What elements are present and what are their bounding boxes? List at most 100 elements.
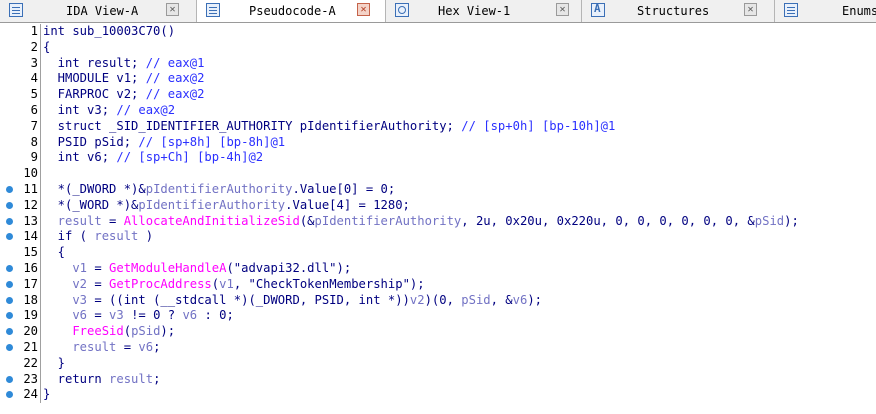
code-token: = ((int (__stdcall *)(_DWORD, PSID, int …: [87, 292, 410, 307]
gutter-separator: [40, 276, 41, 293]
code-line[interactable]: 6 int v3; // eax@2: [0, 102, 876, 119]
breakpoint-dot-icon[interactable]: [6, 217, 13, 225]
code-token: *(_DWORD *)&: [43, 181, 146, 196]
gutter-separator: [40, 24, 41, 40]
code-token: v3: [109, 308, 124, 323]
code-token: , "CheckTokenMembership");: [233, 276, 425, 291]
code-line[interactable]: 23 return result;: [0, 371, 876, 388]
code-text: FreeSid(pSid);: [43, 324, 175, 340]
pseudocode-view[interactable]: 1 int sub_10003C70() 2{3 int result; // ea…: [0, 24, 876, 404]
code-token: : 0;: [197, 308, 234, 323]
code-token: // eax@2: [116, 102, 176, 117]
code-line[interactable]: 7 struct _SID_IDENTIFIER_AUTHORITY pIden…: [0, 118, 876, 135]
tab-structures[interactable]: Structures ✕: [582, 0, 775, 22]
breakpoint-dot-icon[interactable]: [6, 201, 13, 209]
code-text: FARPROC v2; // eax@2: [43, 87, 205, 103]
line-number: 9: [30, 150, 38, 165]
breakpoint-dot-icon[interactable]: [6, 343, 13, 351]
line-number: 8: [30, 134, 38, 149]
ida-view-icon: [9, 3, 23, 17]
tab-enums[interactable]: Enums: [775, 0, 876, 22]
code-text: v2 = GetProcAddress(v1, "CheckTokenMembe…: [43, 276, 425, 293]
code-token: v2: [43, 276, 88, 291]
breakpoint-dot-icon[interactable]: [6, 312, 13, 320]
code-line[interactable]: 19 v6 = v3 != 0 ? v6 : 0;: [0, 308, 876, 325]
code-line[interactable]: 20 FreeSid(pSid);: [0, 324, 876, 340]
code-line[interactable]: 13 result = AllocateAndInitializeSid(&pI…: [0, 213, 876, 230]
code-token: pIdentifierAuthority: [138, 197, 286, 212]
code-line[interactable]: 17 v2 = GetProcAddress(v1, "CheckTokenMe…: [0, 276, 876, 293]
code-text: int v3; // eax@2: [43, 103, 175, 119]
code-text: if ( result ): [43, 229, 153, 245]
breakpoint-dot-icon[interactable]: [6, 185, 13, 193]
code-text: }: [43, 387, 50, 403]
gutter-separator: [40, 134, 41, 151]
code-token: pSid: [754, 213, 785, 228]
code-token: result: [43, 339, 117, 354]
code-token: ("advapi32.dll");: [226, 260, 352, 275]
code-text: {: [43, 40, 50, 56]
code-text: v1 = GetModuleHandleA("advapi32.dll");: [43, 261, 351, 277]
code-token: =: [87, 260, 110, 275]
code-line[interactable]: 9 int v6; // [sp+Ch] [bp-4h]@2: [0, 150, 876, 167]
breakpoint-dot-icon[interactable]: [6, 264, 13, 272]
gutter-separator: [40, 71, 41, 88]
code-line[interactable]: 2{: [0, 39, 876, 56]
code-line[interactable]: 5 FARPROC v2; // eax@2: [0, 87, 876, 103]
breakpoint-dot-icon[interactable]: [6, 391, 13, 399]
code-token: AllocateAndInitializeSid: [123, 213, 300, 228]
code-text: result = v6;: [43, 340, 160, 356]
line-number: 18: [23, 292, 38, 307]
close-icon[interactable]: ✕: [744, 3, 757, 16]
code-token: (: [123, 324, 132, 339]
code-line[interactable]: 4 HMODULE v1; // eax@2: [0, 71, 876, 88]
structures-icon: [591, 2, 605, 17]
close-icon[interactable]: ✕: [556, 3, 569, 16]
code-token: result: [109, 371, 154, 386]
code-text: int v6; // [sp+Ch] [bp-4h]@2: [43, 150, 263, 166]
code-token: FARPROC v2;: [43, 87, 146, 102]
code-line[interactable]: 8 PSID pSid; // [sp+8h] [bp-8h]@1: [0, 134, 876, 151]
code-line[interactable]: 18 v3 = ((int (__stdcall *)(_DWORD, PSID…: [0, 292, 876, 309]
breakpoint-dot-icon[interactable]: [6, 280, 13, 288]
code-text: int result; // eax@1: [43, 56, 205, 72]
code-token: }: [43, 355, 66, 370]
close-icon[interactable]: ✕: [166, 3, 179, 16]
tab-bar: IDA View-A ✕ Pseudocode-A ✕ Hex View-1 ✕…: [0, 0, 876, 23]
code-text: {: [43, 245, 65, 261]
code-token: }: [43, 387, 51, 402]
code-token: v1: [43, 260, 88, 275]
code-line[interactable]: 22 }: [0, 355, 876, 372]
close-icon[interactable]: ✕: [357, 3, 370, 16]
tab-pseudocode-a[interactable]: Pseudocode-A ✕: [197, 0, 386, 22]
tab-label: Pseudocode-A: [249, 4, 336, 18]
code-line[interactable]: 12 *(_WORD *)&pIdentifierAuthority.Value…: [0, 197, 876, 214]
code-text: *(_WORD *)&pIdentifierAuthority.Value[4]…: [43, 198, 410, 214]
gutter-separator: [40, 260, 41, 277]
tab-ida-view-a[interactable]: IDA View-A ✕: [0, 0, 197, 22]
code-line[interactable]: 11 *(_DWORD *)&pIdentifierAuthority.Valu…: [0, 181, 876, 198]
breakpoint-dot-icon[interactable]: [6, 296, 13, 304]
breakpoint-dot-icon[interactable]: [6, 233, 13, 241]
code-token: // [sp+0h] [bp-10h]@1: [461, 118, 616, 133]
line-number: 11: [23, 181, 38, 196]
line-number: 14: [23, 229, 38, 244]
code-token: GetProcAddress: [109, 276, 212, 291]
gutter-separator: [40, 118, 41, 135]
code-line[interactable]: 21 result = v6;: [0, 339, 876, 356]
code-line[interactable]: 3 int result; // eax@1: [0, 55, 876, 72]
code-line[interactable]: 16 v1 = GetModuleHandleA("advapi32.dll")…: [0, 260, 876, 277]
code-token: *(_WORD *)&: [43, 197, 139, 212]
hex-view-icon: [395, 3, 409, 17]
code-line[interactable]: 14 if ( result ): [0, 229, 876, 246]
code-token: v6: [512, 292, 528, 307]
code-line[interactable]: 10: [0, 166, 876, 182]
breakpoint-dot-icon[interactable]: [6, 375, 13, 383]
code-token: v6: [43, 308, 88, 323]
tab-hex-view-1[interactable]: Hex View-1 ✕: [386, 0, 582, 22]
line-number: 6: [30, 102, 38, 117]
code-line[interactable]: 1 int sub_10003C70(): [0, 24, 876, 40]
breakpoint-dot-icon[interactable]: [6, 328, 13, 336]
code-line[interactable]: 15 {: [0, 245, 876, 261]
code-line[interactable]: 24}: [0, 387, 876, 404]
